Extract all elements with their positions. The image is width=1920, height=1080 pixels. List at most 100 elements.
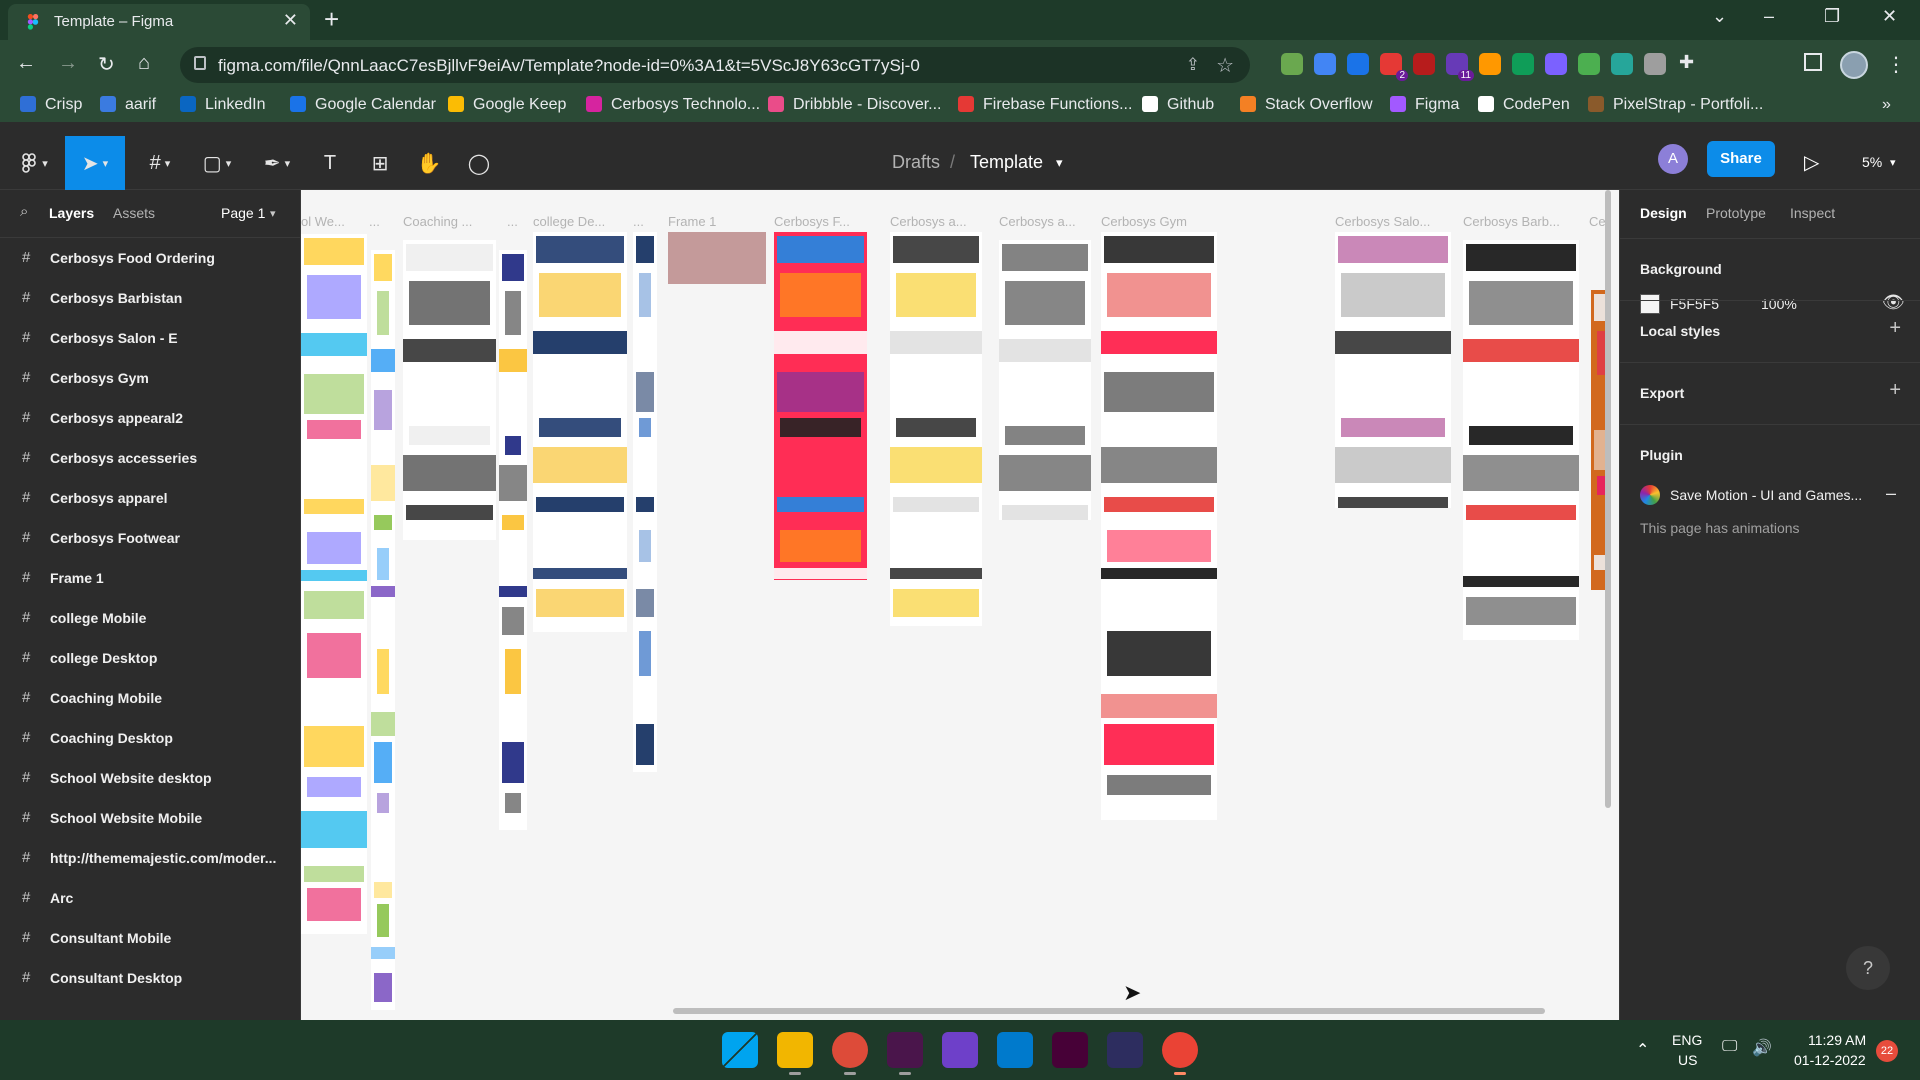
- bookmark-item[interactable]: Crisp: [20, 96, 82, 114]
- shape-tool-icon[interactable]: ▢ ▾: [195, 136, 239, 190]
- clock-date[interactable]: 01-12-2022: [1794, 1052, 1866, 1068]
- layer-item[interactable]: # Cerbosys Footwear: [0, 518, 300, 558]
- browser-tab[interactable]: Template – Figma ✕: [8, 4, 310, 40]
- more-options-icon[interactable]: ⋮: [1886, 52, 1906, 77]
- vscode-icon[interactable]: [997, 1032, 1033, 1068]
- plugin-name[interactable]: Save Motion - UI and Games...: [1670, 487, 1862, 503]
- add-style-icon[interactable]: +: [1889, 317, 1901, 340]
- notification-badge[interactable]: 22: [1876, 1040, 1898, 1062]
- zoom-chevron-icon[interactable]: ▾: [1890, 156, 1896, 169]
- layer-item[interactable]: # Cerbosys appearal2: [0, 398, 300, 438]
- file-menu-chevron-icon[interactable]: ▾: [1056, 155, 1063, 171]
- page-chevron-icon[interactable]: ▾: [270, 207, 276, 220]
- tray-chevron-icon[interactable]: ⌃: [1636, 1040, 1649, 1060]
- layer-item[interactable]: # Cerbosys apparel: [0, 478, 300, 518]
- profile-avatar[interactable]: [1840, 51, 1868, 79]
- layer-item[interactable]: # Cerbosys Barbistan: [0, 278, 300, 318]
- clock-time[interactable]: 11:29 AM: [1808, 1032, 1866, 1048]
- extension-icon[interactable]: [1512, 53, 1534, 75]
- windows-start-icon[interactable]: [722, 1032, 758, 1068]
- frame-label[interactable]: ...: [507, 214, 518, 229]
- layer-item[interactable]: # Arc: [0, 878, 300, 918]
- bookmark-item[interactable]: CodePen: [1478, 96, 1570, 114]
- share-page-icon[interactable]: ⇪: [1186, 55, 1200, 75]
- tab-prototype[interactable]: Prototype: [1706, 205, 1766, 221]
- extension-icon[interactable]: 11: [1446, 53, 1474, 81]
- chrome-icon[interactable]: [832, 1032, 868, 1068]
- layer-item[interactable]: # Cerbosys accesseries: [0, 438, 300, 478]
- layer-item[interactable]: # http://thememajestic.com/moder...: [0, 838, 300, 878]
- address-bar[interactable]: figma.com/file/QnnLaacC7esBjllvF9eiAv/Te…: [180, 47, 1250, 83]
- adobe-xd-icon[interactable]: [1052, 1032, 1088, 1068]
- tab-inspect[interactable]: Inspect: [1790, 205, 1835, 221]
- frame-label[interactable]: ...: [633, 214, 644, 229]
- side-panel-icon[interactable]: [1804, 53, 1822, 71]
- layer-item[interactable]: # college Mobile: [0, 598, 300, 638]
- bookmark-item[interactable]: Cerbosys Technolo...: [586, 96, 760, 114]
- horizontal-scrollbar[interactable]: [673, 1008, 1545, 1014]
- bookmark-item[interactable]: LinkedIn: [180, 96, 266, 114]
- present-play-icon[interactable]: ▷: [1804, 150, 1819, 175]
- remove-plugin-icon[interactable]: –: [1886, 483, 1896, 504]
- bookmark-item[interactable]: aarif: [100, 96, 156, 114]
- extension-icon[interactable]: [1347, 53, 1369, 75]
- resources-icon[interactable]: ⊞: [365, 136, 395, 190]
- slack-icon[interactable]: [887, 1032, 923, 1068]
- window-close-icon[interactable]: ✕: [1882, 6, 1897, 27]
- layer-item[interactable]: # Coaching Desktop: [0, 718, 300, 758]
- hand-tool-icon[interactable]: ✋: [414, 136, 444, 190]
- frame-thumbnail[interactable]: [999, 240, 1091, 520]
- bookmark-item[interactable]: Stack Overflow: [1240, 96, 1373, 114]
- new-tab-icon[interactable]: +: [324, 4, 339, 35]
- frame-label[interactable]: Coaching ...: [403, 214, 472, 229]
- comment-tool-icon[interactable]: ◯: [464, 136, 494, 190]
- layer-item[interactable]: # Consultant Desktop: [0, 958, 300, 998]
- forward-icon[interactable]: →: [58, 52, 78, 75]
- frame-label[interactable]: Cerbosys Barb...: [1463, 214, 1560, 229]
- bookmark-item[interactable]: Firebase Functions...: [958, 96, 1132, 114]
- frame-label[interactable]: Frame 1: [668, 214, 716, 229]
- share-button[interactable]: Share: [1707, 141, 1775, 177]
- user-avatar[interactable]: A: [1658, 144, 1688, 174]
- frame-thumbnail[interactable]: [1335, 232, 1451, 508]
- frame-thumbnail[interactable]: [774, 232, 867, 580]
- layer-item[interactable]: # Cerbosys Salon - E: [0, 318, 300, 358]
- network-icon[interactable]: 🖵: [1722, 1038, 1737, 1056]
- bookmark-item[interactable]: Dribbble - Discover...: [768, 96, 942, 114]
- frame-thumbnail[interactable]: [890, 232, 982, 626]
- more-bookmarks-icon[interactable]: »: [1882, 96, 1891, 114]
- extension-icon[interactable]: [1479, 53, 1501, 75]
- frame-label[interactable]: ...: [369, 214, 380, 229]
- frame-label[interactable]: ol We...: [301, 214, 345, 229]
- frame-thumbnail[interactable]: [499, 250, 527, 830]
- extensions-puzzle-icon[interactable]: ✚: [1679, 52, 1694, 73]
- layer-item[interactable]: # Coaching Mobile: [0, 678, 300, 718]
- tab-design[interactable]: Design: [1640, 205, 1687, 221]
- vertical-scrollbar[interactable]: [1605, 190, 1611, 808]
- frame-label[interactable]: Cerbosys Gym: [1101, 214, 1187, 229]
- app-icon[interactable]: [1107, 1032, 1143, 1068]
- restore-icon[interactable]: ❐: [1824, 6, 1840, 27]
- bookmark-item[interactable]: PixelStrap - Portfoli...: [1588, 96, 1763, 114]
- layer-item[interactable]: # Frame 1: [0, 558, 300, 598]
- tab-assets[interactable]: Assets: [113, 205, 155, 221]
- close-tab-icon[interactable]: ✕: [283, 10, 298, 31]
- layer-item[interactable]: # School Website desktop: [0, 758, 300, 798]
- search-icon[interactable]: ⌕: [20, 203, 28, 220]
- extension-icon[interactable]: [1611, 53, 1633, 75]
- region-code[interactable]: US: [1678, 1052, 1697, 1068]
- zoom-level[interactable]: 5%: [1862, 154, 1882, 170]
- language-code[interactable]: ENG: [1672, 1032, 1702, 1048]
- layer-item[interactable]: # Cerbosys Gym: [0, 358, 300, 398]
- frame-tool-icon[interactable]: # ▾: [138, 136, 182, 190]
- frame-thumbnail[interactable]: [533, 232, 627, 632]
- frame-label[interactable]: Ce: [1589, 214, 1606, 229]
- main-menu-icon[interactable]: ▾: [12, 136, 56, 190]
- layer-item[interactable]: # Consultant Mobile: [0, 918, 300, 958]
- frame-label[interactable]: college De...: [533, 214, 605, 229]
- frame-thumbnail[interactable]: [668, 232, 766, 284]
- back-icon[interactable]: ←: [16, 52, 36, 75]
- layer-item[interactable]: # School Website Mobile: [0, 798, 300, 838]
- minimize-icon[interactable]: –: [1764, 6, 1774, 27]
- extension-icon[interactable]: [1314, 53, 1336, 75]
